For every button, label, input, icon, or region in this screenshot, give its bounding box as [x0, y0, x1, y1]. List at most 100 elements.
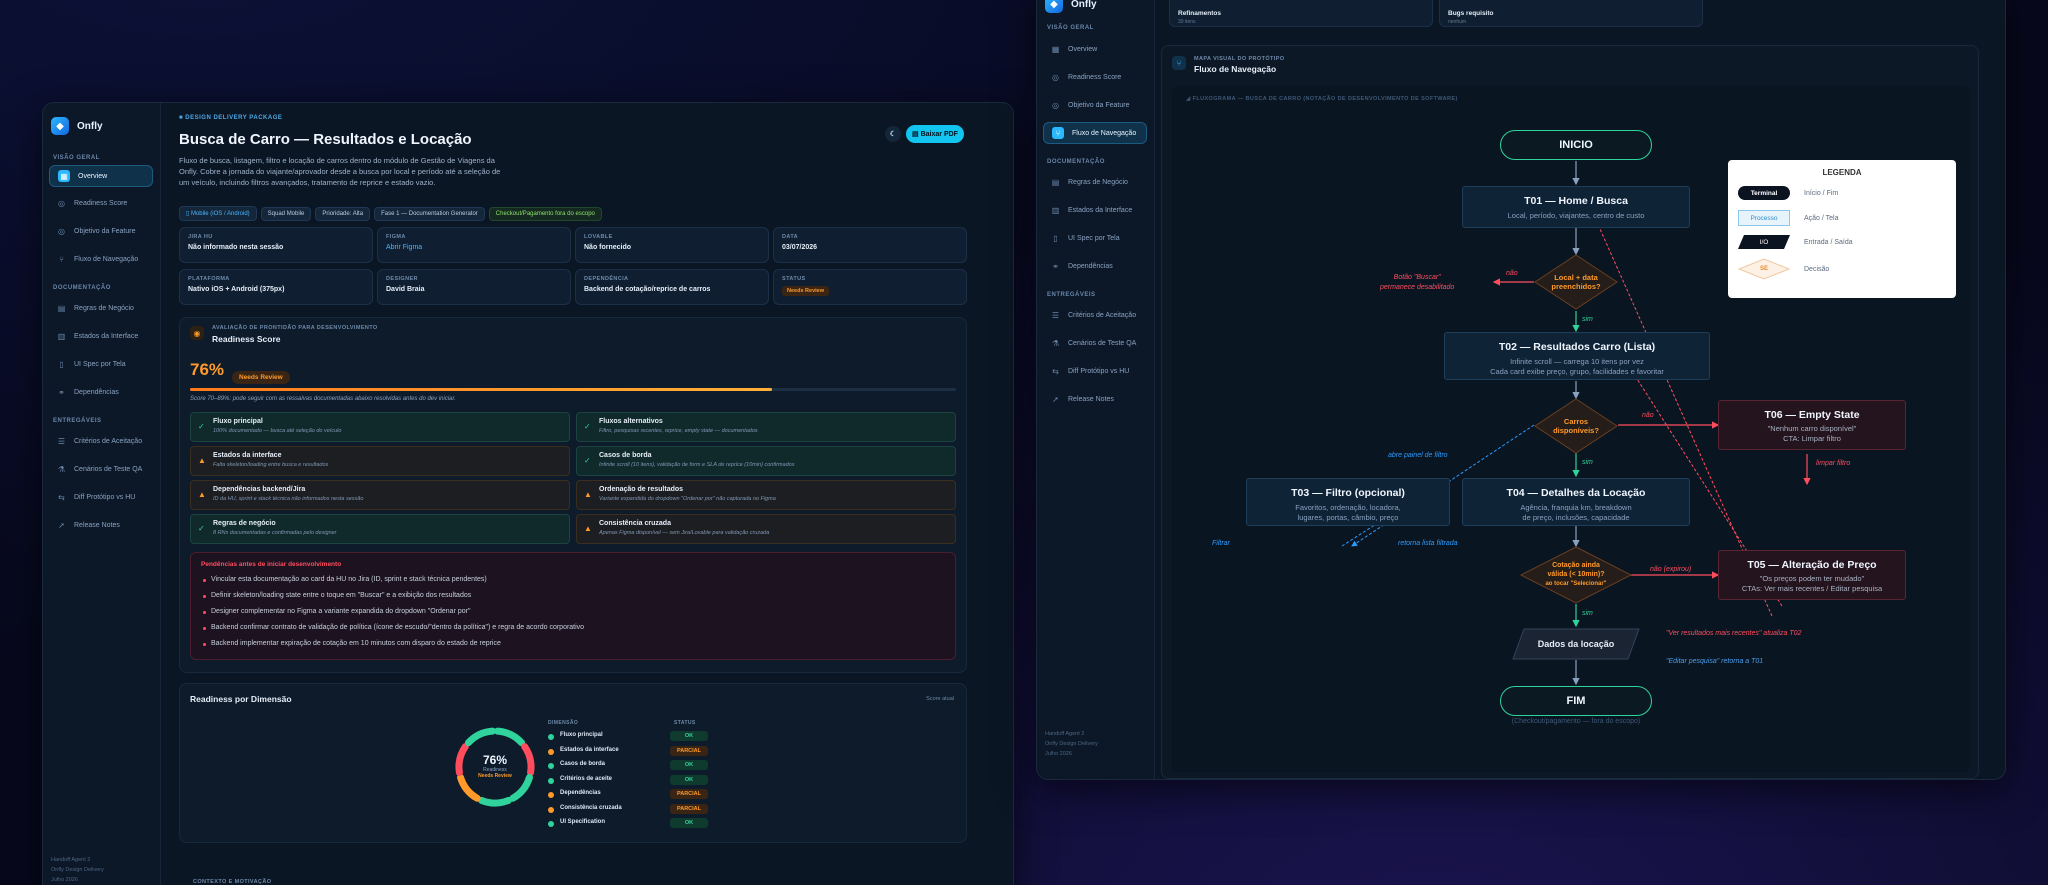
dimension-status-badge: PARCIAL	[670, 803, 708, 814]
nav-item-criterios[interactable]: ☰ Critérios de Aceitação	[1043, 304, 1147, 326]
chip-squad: Squad Mobile	[260, 207, 312, 221]
rocket-icon: ➚	[58, 520, 65, 530]
nav-item-uispec[interactable]: ▯ UI Spec por Tela	[1043, 227, 1147, 249]
readiness-score: 76%	[190, 360, 225, 379]
flask-icon: ⚗	[1051, 338, 1060, 348]
status-dot	[548, 777, 554, 784]
dimension-card: ▲ Consistência cruzada Apenas Figma dispon…	[576, 514, 956, 544]
flow-icon: ⑂	[1052, 127, 1064, 139]
nav-item-estados[interactable]: ▥ Estados da Interface	[1043, 199, 1147, 221]
readiness-badge: Needs Review	[232, 371, 290, 384]
nav-item-cenarios[interactable]: ⚗ Cenários de Teste QA	[49, 458, 153, 480]
dimension-name: Consistência cruzada	[560, 804, 622, 811]
note-retorna: retorna lista filtrada	[1398, 540, 1458, 547]
note-sim-carros: sim	[1582, 459, 1593, 466]
page-tag: ■ DESIGN DELIVERY PACKAGE	[179, 115, 283, 121]
chip-platform: ▯ Mobile (iOS / Android)	[179, 206, 257, 221]
flow-out-of-scope: (Checkout/pagamento — fora do escopo)	[1511, 718, 1641, 725]
compare-icon: ⇆	[58, 492, 65, 502]
moon-icon: ☾	[889, 131, 897, 138]
note-ver-recentes: "Ver resultados mais recentes" atualiza …	[1666, 630, 1802, 637]
dimension-card: ✓ Fluxo principal 100% documentado — busca…	[190, 412, 570, 442]
check-icon: ✓	[584, 422, 591, 431]
compare-icon: ⇆	[1052, 366, 1059, 376]
book-icon: ▤	[57, 303, 66, 313]
flow-panel: ⑂ MAPA VISUAL DO PROTÓTIPO Fluxo de Nave…	[1161, 45, 1979, 779]
check-icon: ✓	[198, 422, 205, 431]
nav-item-dependencias[interactable]: ⚭ Dependências	[1043, 255, 1147, 277]
dimension-card: ✓ Regras de negócio 8 RNs documentadas e c…	[190, 514, 570, 544]
nav-item-readiness[interactable]: ◎ Readiness Score	[1043, 66, 1147, 88]
dimension-status-badge: OK	[670, 731, 708, 741]
overview-window: ◆ Onfly VISÃO GERAL ▦ Overview ◎ Readiness…	[42, 102, 1014, 885]
nav-item-regras[interactable]: ▤ Regras de Negócio	[49, 297, 153, 319]
nav-item-readiness[interactable]: ◎ Readiness Score	[49, 192, 153, 214]
nav-item-cenarios[interactable]: ⚗ Cenários de Teste QA	[1043, 332, 1147, 354]
meta-card-jira: JIRA HU Não informado nesta sessão	[179, 227, 373, 263]
flow-tag: MAPA VISUAL DO PROTÓTIPO	[1194, 56, 1285, 62]
warning-icon: ▲	[198, 490, 206, 499]
nav-section-geral: VISÃO GERAL	[53, 155, 100, 161]
file-icon: ▤	[912, 131, 921, 138]
note-nao-carros: não	[1642, 412, 1654, 419]
logo[interactable]: ◆ Onfly	[1045, 0, 1097, 13]
nav-item-dependencias[interactable]: ⚭ Dependências	[49, 381, 153, 403]
status-dot	[548, 806, 554, 813]
checklist-icon: ☰	[57, 436, 66, 446]
chip-row: ▯ Mobile (iOS / Android) Squad Mobile Prio…	[179, 202, 606, 221]
nav-item-regras[interactable]: ▤ Regras de Negócio	[1043, 171, 1147, 193]
nav-item-release[interactable]: ➚ Release Notes	[1043, 388, 1147, 410]
flow-node-t04: T04 — Detalhes da Locação Agência, franqu…	[1462, 478, 1690, 526]
nav-item-overview[interactable]: ▦ Overview	[49, 165, 153, 187]
dimension-status-badge: PARCIAL	[670, 789, 708, 799]
nav-item-uispec[interactable]: ▯ UI Spec por Tela	[49, 353, 153, 375]
meta-card-plataforma: PLATAFORMA Nativo iOS + Android (375px)	[179, 269, 373, 305]
sidebar-footer: Handoff Agent 2 Onfly Design Delivery Julh…	[1045, 731, 1098, 757]
legend-decision-swatch: SE	[1738, 258, 1790, 280]
dimension-name: Casos de borda	[560, 761, 606, 767]
nav-section-geral: VISÃO GERAL	[1047, 25, 1094, 31]
flow-window: ◆ Onfly VISÃO GERAL ▦ Overview ◎ Readiness…	[1036, 0, 2006, 780]
readiness-tag: AVALIAÇÃO DE PRONTIDÃO PARA DESENVOLVIME…	[212, 325, 378, 331]
dimension-tag: Score atual	[926, 696, 954, 702]
nav-item-diff[interactable]: ⇆ Diff Protótipo vs HU	[1043, 360, 1147, 382]
nav-item-overview[interactable]: ▦ Overview	[1043, 38, 1147, 60]
logo[interactable]: ◆ Onfly	[51, 117, 103, 135]
nav-item-diff[interactable]: ⇆ Diff Protótipo vs HU	[49, 486, 153, 508]
dimension-card: ✓ Fluxos alternativos Filtro, pesquisas re…	[576, 412, 956, 442]
nav-item-release[interactable]: ➚ Release Notes	[49, 514, 153, 536]
meta-card-designer: DESIGNER David Braia	[377, 269, 571, 305]
dimension-status-badge: OK	[670, 774, 708, 785]
nav-item-objetivo[interactable]: ◎ Objetivo da Feature	[1043, 94, 1147, 116]
grid-icon: ▦	[1051, 44, 1060, 54]
page-title: Busca de Carro — Resultados e Locação	[179, 131, 472, 148]
dimension-name: Estados da interface	[560, 746, 619, 753]
donut-segment	[464, 727, 496, 747]
nav-item-objetivo[interactable]: ◎ Objetivo da Feature	[49, 220, 153, 242]
nav-item-fluxo[interactable]: ⑂ Fluxo de Navegação	[49, 248, 153, 270]
legend-terminal-swatch: Terminal	[1738, 186, 1790, 200]
book-icon: ▤	[1051, 177, 1060, 187]
flow-icon: ⑂	[59, 254, 64, 264]
onfly-logo-icon: ◆	[51, 117, 69, 135]
meta-card-figma: FIGMA Abrir Figma	[377, 227, 571, 263]
phone-icon: ▯	[1053, 233, 1058, 243]
nav-section-doc: DOCUMENTAÇÃO	[1047, 159, 1105, 165]
nav-section-ent: ENTREGÁVEIS	[53, 418, 102, 424]
phone-icon: ▯	[59, 359, 64, 369]
flask-icon: ⚗	[57, 464, 66, 474]
checklist-icon: ☰	[1051, 310, 1060, 320]
readiness-progress-track	[190, 388, 956, 391]
nav-item-estados[interactable]: ▥ Estados da Interface	[49, 325, 153, 347]
check-icon: ✓	[584, 456, 591, 465]
flow-node-t01: T01 — Home / Busca Local, período, viajan…	[1462, 186, 1690, 228]
status-dot	[548, 792, 554, 798]
nav-item-criterios[interactable]: ☰ Critérios de Aceitação	[49, 430, 153, 452]
download-pdf-button[interactable]: ▤ Baixar PDF	[906, 125, 964, 143]
nav-item-fluxo[interactable]: ⑂ Fluxo de Navegação	[1043, 122, 1147, 144]
flow-legend: LEGENDA Terminal Início / Fim Processo Açã…	[1728, 160, 1956, 298]
note-botao-desabilitado: Botão "Buscar" permanece desabilitado	[1380, 274, 1455, 291]
figma-link[interactable]: Abrir Figma	[386, 244, 562, 251]
meta-card-data: DATA 03/07/2026	[773, 227, 967, 263]
theme-toggle-button[interactable]: ☾	[885, 126, 901, 142]
